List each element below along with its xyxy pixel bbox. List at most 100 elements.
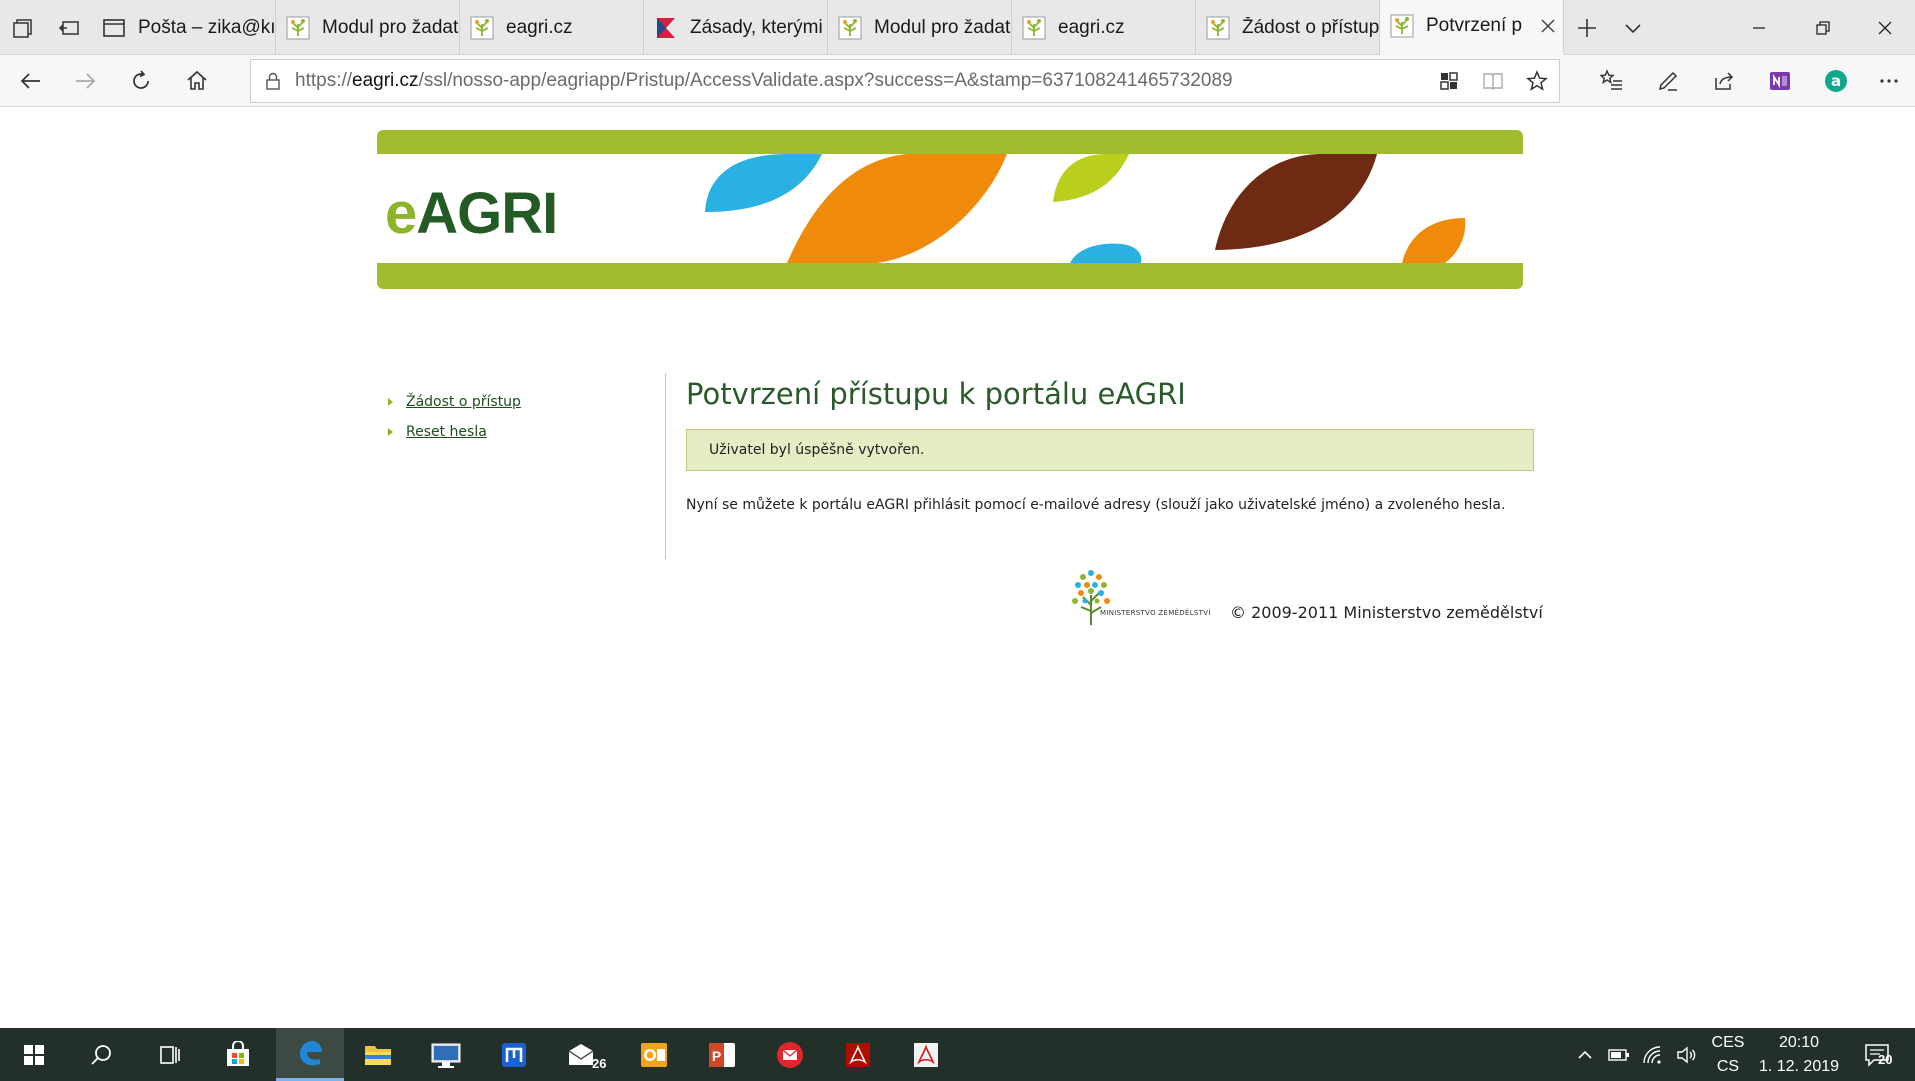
clock-time: 20:10 [1778,1033,1820,1051]
url-text[interactable]: https://eagri.cz/ssl/nosso-app/eagriapp/… [295,70,1427,92]
tab-eagri-1[interactable]: eagri.cz [460,0,644,55]
m-app-icon [502,1042,526,1067]
tab-label: Modul pro žadate [322,16,459,38]
chevron-up-icon [1578,1050,1592,1059]
content-divider [665,373,666,559]
browser-tab-bar: Pošta – zika@kı Modul pro žadate eagri.c… [0,0,1915,55]
show-hidden-icons-button[interactable] [1568,1028,1602,1081]
chevron-down-icon [1625,23,1641,33]
close-tab-button[interactable] [1533,18,1563,34]
tab-label: eagri.cz [506,16,573,38]
link-zadost-o-pristup[interactable]: Žádost o přístup [406,394,521,410]
tab-list-button[interactable] [1610,0,1656,55]
notes-button[interactable] [1640,55,1696,107]
svg-text:P: P [712,1048,721,1064]
outlook-button[interactable] [620,1028,688,1081]
logo-text-e: e [385,181,417,246]
powerpoint-button[interactable]: P [688,1028,756,1081]
plus-icon [1578,18,1596,37]
tab-mail[interactable]: Pošta – zika@kı [92,0,276,55]
url-host: eagri.cz [352,70,419,91]
lock-icon[interactable] [251,71,295,91]
url-prefix: https:// [295,70,353,91]
task-view-icon [160,1045,180,1064]
tab-label: eagri.cz [1058,16,1125,38]
restore-button[interactable] [1791,0,1855,55]
puzzle-icon [1440,72,1458,90]
tab-zadost[interactable]: Žádost o přístup [1196,0,1380,55]
pen-icon [1658,71,1678,91]
link-reset-hesla[interactable]: Reset hesla [406,424,487,440]
email-client-button[interactable] [756,1028,824,1081]
logo-text-rest: AGRI [416,181,558,246]
store-button[interactable] [204,1028,272,1081]
pdf-icon [846,1042,870,1067]
minimize-icon [1753,26,1765,29]
browser-toolbar: https://eagri.cz/ssl/nosso-app/eagriapp/… [0,55,1915,107]
forward-button[interactable] [58,55,112,107]
task-view-button[interactable] [136,1028,204,1081]
onenote-button[interactable] [1752,55,1808,107]
edge-taskbar-button[interactable] [276,1028,344,1081]
favorites-button[interactable] [1584,55,1640,107]
main-content: Potvrzení přístupu k portálu eAGRI Uživa… [686,377,1534,516]
tab-preview-icon [13,18,32,38]
acrobat-button[interactable] [824,1028,892,1081]
notification-count: 20 [1878,1052,1893,1067]
extension-a-button[interactable]: a [1808,55,1864,107]
input-language-button[interactable]: CES CS [1706,1028,1750,1081]
copyright-text: © 2009-2011 Ministerstvo zemědělství [1230,603,1543,622]
tab-zasady[interactable]: Zásady, kterými [644,0,828,55]
tab-label: Potvrzení p [1426,15,1523,36]
minimize-button[interactable] [1727,0,1791,55]
mail-badge: 26 [592,1056,607,1071]
tab-potvrzeni[interactable]: Potvrzení p [1380,0,1564,55]
pdf-reader-button[interactable] [892,1028,960,1081]
share-button[interactable] [1696,55,1752,107]
start-button[interactable] [0,1028,68,1081]
wifi-icon [1643,1045,1661,1064]
action-center-button[interactable]: 20 [1852,1028,1902,1081]
close-window-button[interactable] [1855,0,1915,55]
home-button[interactable] [170,55,224,107]
outlook-icon [641,1042,667,1067]
star-icon [1526,70,1548,91]
reading-view-button[interactable] [1471,59,1515,103]
more-menu-button[interactable] [1864,55,1914,107]
onenote-icon [1770,72,1790,90]
battery-button[interactable] [1602,1028,1636,1081]
mail-window-icon [103,18,125,37]
new-tab-button[interactable] [1564,0,1610,55]
back-button[interactable] [4,55,58,107]
speaker-icon [1677,1046,1696,1063]
web-page: eAGRI Žádost o přístup Reset hesla Potvr… [0,107,1915,1028]
add-favorite-button[interactable] [1515,59,1559,103]
extension-button[interactable] [1427,59,1471,103]
success-message: Uživatel byl úspěšně vytvořen. [686,429,1534,471]
refresh-button[interactable] [114,55,168,107]
maxthon-button[interactable] [480,1028,548,1081]
tab-modul-1[interactable]: Modul pro žadate [276,0,460,55]
volume-button[interactable] [1670,1028,1704,1081]
file-explorer-button[interactable] [344,1028,412,1081]
eagri-favicon [1022,16,1046,39]
search-button[interactable] [68,1028,136,1081]
address-bar[interactable]: https://eagri.cz/ssl/nosso-app/eagriapp/… [250,59,1560,103]
clock-button[interactable]: 20:10 1. 12. 2019 [1754,1028,1844,1081]
mail-taskbar-button[interactable]: 26 [548,1028,616,1081]
set-aside-tabs-button[interactable] [46,0,92,55]
ministry-logo[interactable]: MINISTERSTVO ZEMĚDĚLSTVÍ [1068,567,1218,627]
info-text: Nyní se můžete k portálu eAGRI přihlásit… [686,497,1506,513]
tab-modul-2[interactable]: Modul pro žadate [828,0,1012,55]
network-button[interactable] [1636,1028,1670,1081]
sidebar-nav: Žádost o přístup Reset hesla [388,387,648,447]
set-aside-icon [58,20,79,35]
eagri-logo[interactable]: eAGRI [385,180,558,247]
tab-eagri-2[interactable]: eagri.cz [1012,0,1196,55]
remote-desktop-button[interactable] [412,1028,480,1081]
book-icon [1483,73,1503,90]
eagri-favicon [286,16,310,39]
eagri-banner: eAGRI [377,130,1523,289]
folder-icon [365,1045,391,1065]
tab-preview-button[interactable] [0,0,46,55]
